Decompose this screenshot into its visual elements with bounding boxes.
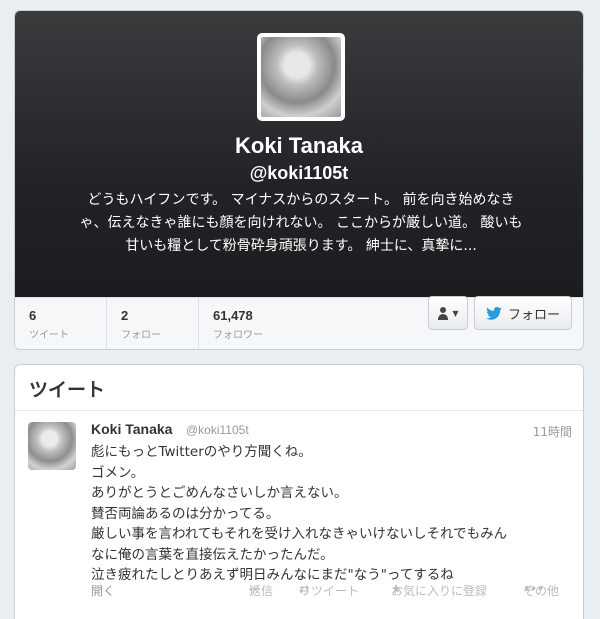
- follow-button[interactable]: フォロー: [474, 296, 572, 330]
- user-icon: [437, 306, 449, 320]
- tweet-avatar[interactable]: [28, 422, 76, 470]
- follow-button-label: フォロー: [507, 307, 560, 323]
- tweet-item[interactable]: Koki Tanaka @koki1105t 11時間 彪にもっとTwitter…: [14, 364, 584, 598]
- chevron-down-icon: ▼: [452, 308, 459, 318]
- bio-line: どうもハイフンです。 マイナスからのスタート。 前を向き始めなき: [87, 192, 515, 208]
- profile-avatar[interactable]: [257, 33, 345, 121]
- stat-tweets[interactable]: 6 ツイート: [15, 298, 106, 349]
- stat-followers-value: 61,478: [213, 308, 253, 323]
- more-label: その他: [523, 584, 560, 598]
- profile-bio: どうもハイフンです。 マイナスからのスタート。 前を向き始めなき ゃ、伝えなきゃ…: [41, 189, 561, 258]
- tweet-actions: 開く ↩ 返信 ⇄ リツイート ★ お気に入りに登録 ••• その他: [91, 582, 571, 602]
- tweet-line: ゴメン。: [91, 464, 145, 481]
- favorite-label: お気に入りに登録: [391, 584, 488, 598]
- profile-name: Koki Tanaka: [235, 133, 363, 158]
- tweet-text: 彪にもっとTwitterのやり方聞くね。 ゴメン。 ありがとうとごめんなさいしか…: [91, 442, 571, 586]
- stat-following-label: フォロー: [121, 330, 161, 341]
- twitter-bird-icon: [486, 306, 502, 320]
- stat-tweets-value: 6: [29, 308, 37, 323]
- bio-line: ゃ、伝えなきゃ誰にも顔を向けれない。 ここからが厳しい道。 酸いも: [79, 215, 523, 231]
- tweet-author-handle[interactable]: @koki1105t: [186, 423, 249, 437]
- stat-tweets-label: ツイート: [29, 330, 69, 341]
- retweet-label: リツイート: [299, 584, 360, 598]
- profile-handle: @koki1105t: [249, 163, 349, 183]
- tweet-line: 厳しい事を言われてもそれを受け入れなきゃいけないしそれでもみん: [91, 526, 508, 542]
- tweet-line: ありがとうとごめんなさいしか言えない。: [91, 485, 348, 501]
- bio-line: 甘いも糧として粉骨砕身頑張ります。 紳士に、真摯に...: [125, 238, 477, 254]
- profile-header: Koki Tanaka @koki1105t どうもハイフンです。 マイナスから…: [15, 11, 583, 297]
- stat-followers-label: フォロワー: [213, 330, 263, 341]
- open-link[interactable]: 開く: [91, 582, 115, 599]
- reply-label: 返信: [249, 584, 274, 598]
- tweet-timestamp[interactable]: 11時間: [533, 423, 572, 440]
- tweet-line: なに俺の言葉を直接伝えたかったんだ。: [91, 546, 334, 563]
- tweet-author-name[interactable]: Koki Tanaka: [91, 421, 172, 437]
- user-actions-button[interactable]: ▼: [428, 296, 468, 330]
- stat-following-value: 2: [121, 308, 129, 323]
- stat-following[interactable]: 2 フォロー: [106, 298, 198, 349]
- tweet-line: 彪にもっとTwitterのやり方聞くね。: [91, 444, 312, 460]
- stat-followers[interactable]: 61,478 フォロワー: [198, 298, 308, 349]
- tweet-line: 賛否両論あるのは分かってる。: [91, 505, 280, 522]
